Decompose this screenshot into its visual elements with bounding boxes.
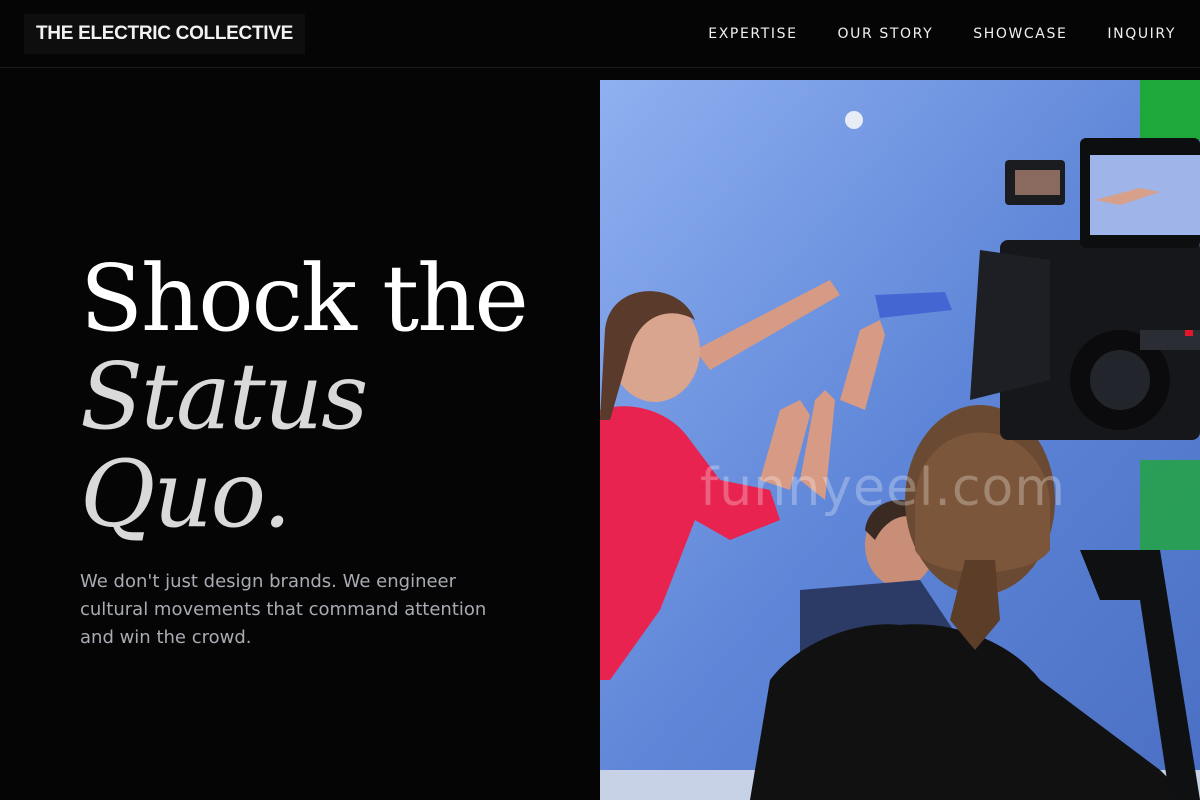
- site-header: THE ELECTRIC COLLECTIVE EXPERTISE OUR ST…: [0, 0, 1200, 68]
- nav-expertise-link[interactable]: EXPERTISE: [708, 26, 797, 42]
- nav-inquiry-link[interactable]: INQUIRY: [1107, 26, 1176, 42]
- nav-showcase-link[interactable]: SHOWCASE: [973, 26, 1067, 42]
- hero-title-line2: Status: [80, 343, 368, 450]
- hero-title: Shock the Status Quo.: [80, 250, 580, 544]
- hero-text: Shock the Status Quo. We don't just desi…: [80, 250, 580, 652]
- hero-photo: funnyeel.com: [600, 80, 1200, 800]
- hero-title-line3: Quo.: [80, 441, 292, 548]
- hero-subtitle: We don't just design brands. We engineer…: [80, 571, 487, 648]
- hero-title-line1: Shock the: [80, 245, 529, 352]
- brand-logo[interactable]: THE ELECTRIC COLLECTIVE: [24, 14, 305, 54]
- image-watermark: funnyeel.com: [700, 458, 1066, 518]
- film-crew-illustration: [600, 80, 1200, 800]
- nav-our-story-link[interactable]: OUR STORY: [838, 26, 934, 42]
- main-nav: EXPERTISE OUR STORY SHOWCASE INQUIRY: [708, 0, 1176, 68]
